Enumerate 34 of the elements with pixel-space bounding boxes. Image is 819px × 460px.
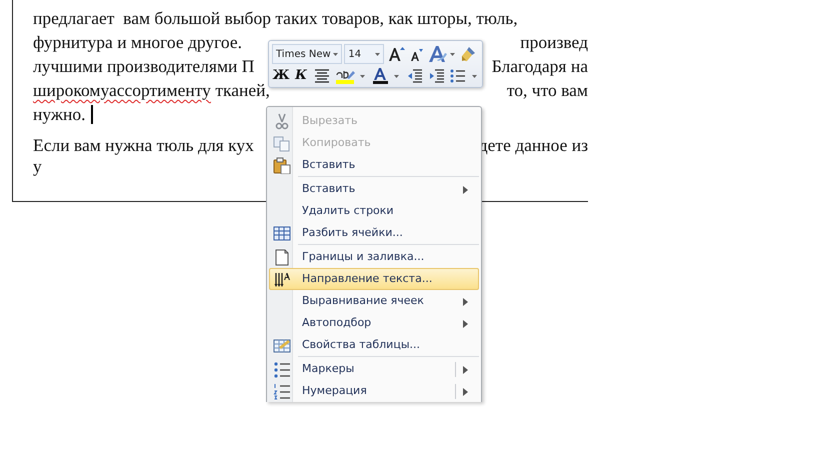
text-line: у — [33, 154, 42, 178]
text-line: то, что вам — [506, 79, 588, 102]
menu-item[interactable]: Маркеры — [269, 358, 479, 380]
italic-button[interactable]: К — [292, 66, 310, 86]
text-line: Благодаря на — [492, 55, 588, 78]
numbering-icon — [273, 383, 291, 400]
bold-button[interactable]: Ж — [272, 66, 290, 86]
font-size-field[interactable]: 14 — [344, 44, 384, 64]
dropdown-arrow-icon — [374, 52, 380, 56]
menu-item[interactable]: Границы и заливка... — [269, 246, 479, 268]
menu-item[interactable]: Разбить ячейки... — [269, 222, 479, 244]
dropdown-arrow-icon — [333, 52, 338, 56]
text-line: нужно. — [33, 103, 86, 126]
font-name-field[interactable]: Times New — [272, 44, 342, 64]
text-direction-icon — [273, 271, 291, 288]
table-grid-icon — [273, 225, 291, 242]
text-line: лучшими производителями П — [33, 55, 254, 78]
scissors-icon — [273, 113, 291, 130]
text-line: предлагает вам большой выбор таких товаров, как шторы, тюль, — [33, 7, 518, 30]
menu-item[interactable]: Вставить — [269, 154, 479, 176]
text-line: произвед — [520, 31, 588, 54]
text-line: фурнитура и многое другое. — [33, 31, 242, 54]
menu-item[interactable]: Автоподбор — [269, 312, 479, 334]
text-line: широкомуассортименту тканей, — [33, 79, 270, 102]
menu-item[interactable]: Вставить — [269, 178, 479, 200]
menu-item[interactable]: Направление текста... — [269, 268, 479, 290]
bullets-icon — [273, 361, 291, 378]
menu-item[interactable]: Нумерация — [269, 380, 479, 402]
text-style-icon[interactable] — [427, 44, 456, 64]
text-line: Если вам нужна тюль для кух — [33, 134, 254, 156]
menu-item[interactable]: Свойства таблицы... — [269, 334, 479, 356]
page-icon — [273, 249, 291, 266]
menu-item[interactable]: Удалить строки — [269, 200, 479, 222]
menu-item[interactable]: Выравнивание ячеек — [269, 290, 479, 312]
